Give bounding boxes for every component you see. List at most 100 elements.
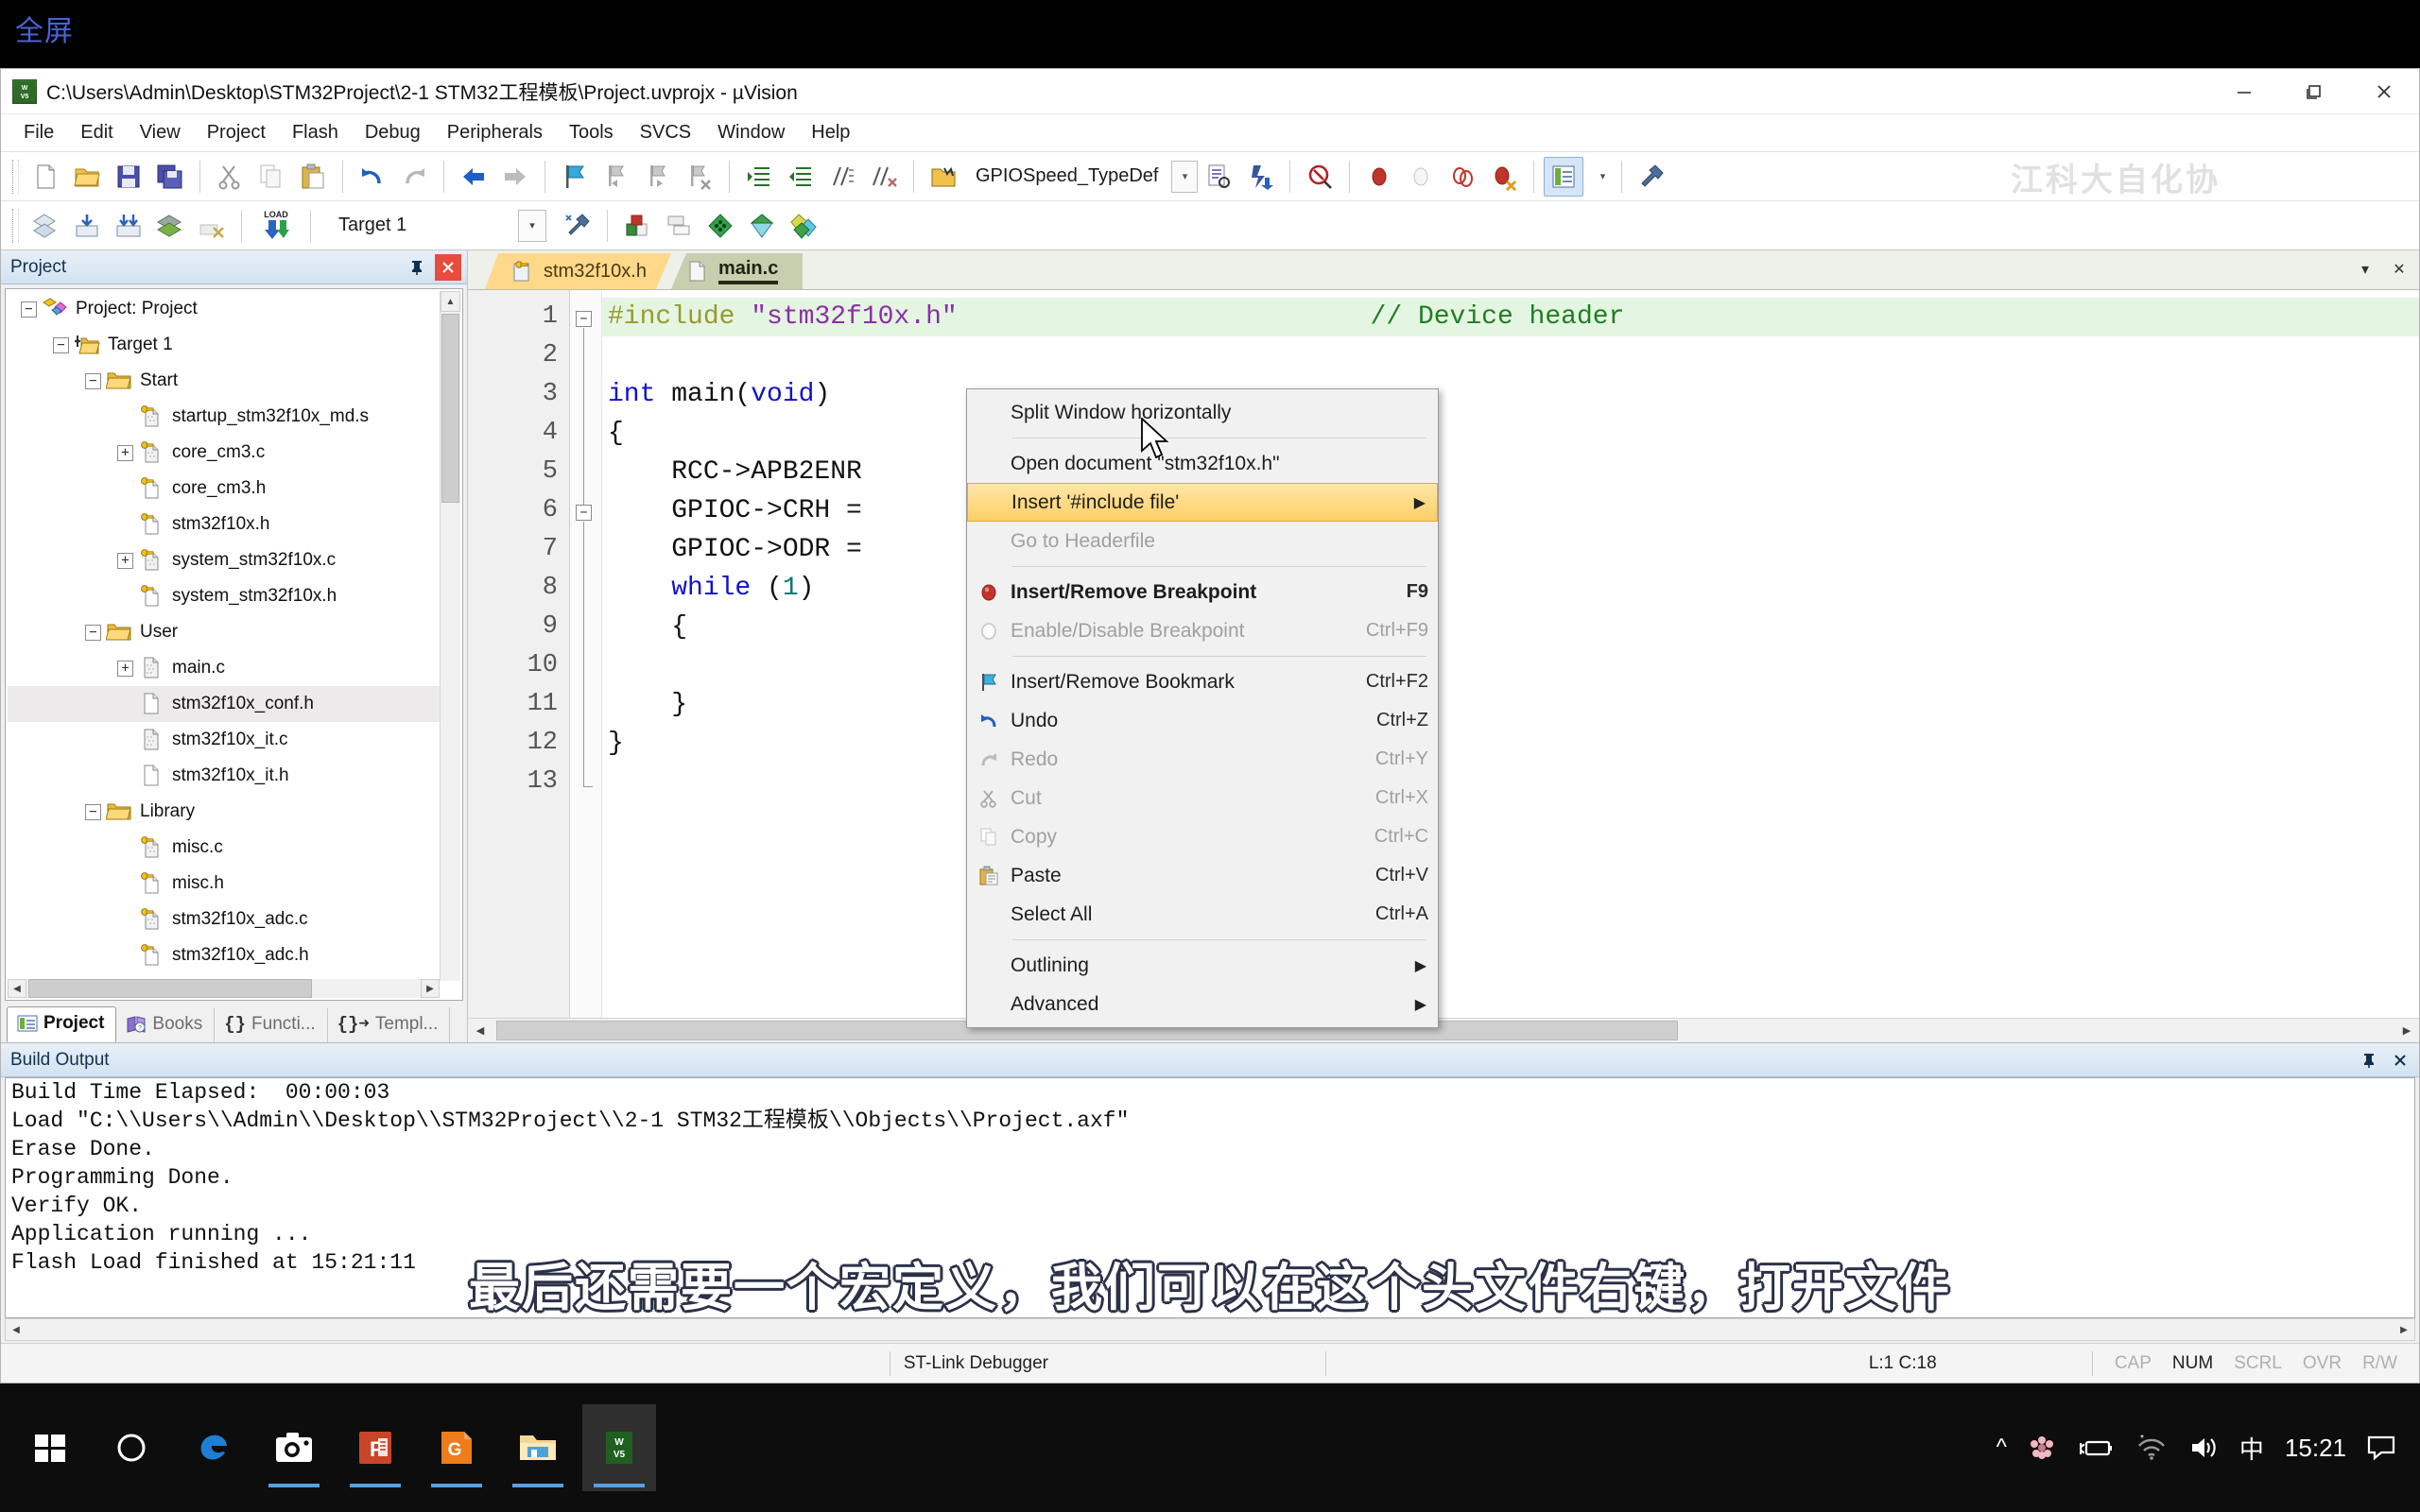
ime-indicator[interactable]: 中: [2239, 1431, 2264, 1466]
goto-definition-icon[interactable]: [1199, 157, 1238, 197]
tab-project[interactable]: Project: [7, 1006, 116, 1042]
context-menu-item[interactable]: PasteCtrl+V: [967, 856, 1438, 895]
insert-include-icon[interactable]: [1240, 157, 1280, 197]
context-menu-item[interactable]: Outlining▶: [967, 946, 1438, 985]
tree-item[interactable]: −Start: [8, 363, 440, 399]
start-button[interactable]: [13, 1404, 87, 1491]
breakpoint-icon[interactable]: [1359, 157, 1399, 197]
project-tree[interactable]: −Project: Project−Target 1−Startstartup_…: [8, 291, 440, 981]
new-file-icon[interactable]: [26, 157, 65, 197]
menu-project[interactable]: Project: [194, 118, 279, 147]
tree-item[interactable]: core_cm3.h: [8, 471, 440, 507]
navigate-back-icon[interactable]: [454, 157, 493, 197]
battery-icon[interactable]: [2077, 1435, 2115, 1460]
disable-breakpoint-icon[interactable]: [1401, 157, 1441, 197]
tree-expander[interactable]: −: [85, 373, 101, 389]
configure-icon[interactable]: [1632, 157, 1671, 197]
close-button[interactable]: [2349, 69, 2419, 114]
menu-flash[interactable]: Flash: [279, 118, 352, 147]
context-menu-item[interactable]: Advanced▶: [967, 985, 1438, 1023]
close-icon[interactable]: [2387, 1047, 2413, 1074]
pin-icon[interactable]: [403, 254, 431, 281]
wifi-icon[interactable]: *: [2135, 1435, 2168, 1461]
scroll-up-arrow[interactable]: ▲: [441, 291, 460, 312]
chevron-down-icon[interactable]: ▾: [2351, 256, 2379, 283]
tree-expander[interactable]: −: [85, 625, 101, 641]
code-folding-column[interactable]: − −: [570, 290, 602, 1018]
tree-item[interactable]: startup_stm32f10x_md.s: [8, 399, 440, 435]
menu-tools[interactable]: Tools: [556, 118, 627, 147]
manage-run-time-env-icon[interactable]: [617, 206, 657, 246]
context-menu-item[interactable]: Open document "stm32f10x.h": [967, 444, 1438, 483]
stop-build-icon[interactable]: [192, 206, 232, 246]
browse-symbol-icon[interactable]: [924, 157, 963, 197]
disable-all-breakpoints-icon[interactable]: [1484, 157, 1524, 197]
code-line[interactable]: [602, 763, 2419, 801]
tab-templates[interactable]: {}➜ Templ...: [328, 1007, 451, 1042]
maximize-button[interactable]: [2279, 69, 2349, 114]
save-all-icon[interactable]: [150, 157, 190, 197]
menu-debug[interactable]: Debug: [352, 118, 434, 147]
code-line[interactable]: [602, 646, 2419, 685]
editor-tab-main-c[interactable]: main.c: [671, 253, 803, 289]
tree-expander[interactable]: −: [21, 301, 37, 318]
fold-marker[interactable]: −: [576, 505, 592, 521]
manage-windows-icon[interactable]: [1544, 157, 1583, 197]
camera-button[interactable]: [257, 1404, 331, 1491]
scroll-right-arrow[interactable]: ▶: [2394, 1319, 2414, 1340]
code-line[interactable]: while (1): [602, 569, 2419, 608]
rebuild-icon[interactable]: [109, 206, 148, 246]
code-editor[interactable]: 12345678910111213 − − #include "stm32f10…: [468, 290, 2419, 1018]
tree-item[interactable]: misc.c: [8, 830, 440, 866]
toolbar-grip[interactable]: [12, 160, 19, 194]
build-output-scrollbar[interactable]: ◀ ▶: [5, 1318, 2415, 1341]
code-line[interactable]: int main(void): [602, 375, 2419, 414]
translate-icon[interactable]: [26, 206, 65, 246]
start-debug-icon[interactable]: [1300, 157, 1340, 197]
context-menu-item[interactable]: Insert/Remove BookmarkCtrl+F2: [967, 662, 1438, 701]
context-menu-item[interactable]: UndoCtrl+Z: [967, 701, 1438, 740]
tab-books[interactable]: ? Books: [116, 1008, 215, 1042]
tab-functions[interactable]: {} Functi...: [215, 1008, 327, 1042]
tree-item[interactable]: system_stm32f10x.h: [8, 578, 440, 614]
build-icon[interactable]: [67, 206, 107, 246]
prev-bookmark-icon[interactable]: [596, 157, 636, 197]
next-bookmark-icon[interactable]: [638, 157, 678, 197]
symbol-combo-dropdown[interactable]: ▾: [1171, 161, 1198, 193]
close-icon[interactable]: ✕: [2385, 256, 2413, 283]
kill-all-breakpoints-icon[interactable]: [1443, 157, 1482, 197]
scroll-left-arrow[interactable]: ◀: [6, 1319, 26, 1340]
code-line[interactable]: #include "stm32f10x.h" // Device header: [602, 298, 2419, 336]
save-icon[interactable]: [109, 157, 148, 197]
tree-item[interactable]: −User: [8, 614, 440, 650]
tree-expander[interactable]: −: [85, 804, 101, 820]
select-software-packs-icon[interactable]: [700, 206, 740, 246]
project-tree-scrollbar-horizontal[interactable]: ◀ ▶: [8, 979, 440, 998]
target-options-icon[interactable]: [558, 206, 597, 246]
explorer-button[interactable]: [501, 1404, 575, 1491]
tree-item[interactable]: −Library: [8, 794, 440, 830]
tree-expander[interactable]: +: [117, 661, 133, 677]
code-line[interactable]: GPIOC->ODR =: [602, 530, 2419, 569]
target-selector[interactable]: Target 1 ▾: [329, 210, 546, 242]
manage-windows-dropdown[interactable]: ▾: [1592, 161, 1613, 193]
tree-item[interactable]: stm32f10x_it.h: [8, 758, 440, 794]
code-line[interactable]: {: [602, 608, 2419, 646]
code-line[interactable]: {: [602, 414, 2419, 453]
tree-item[interactable]: +core_cm3.c: [8, 435, 440, 471]
scroll-right-arrow[interactable]: ▶: [2394, 1019, 2419, 1042]
build-output-text[interactable]: Build Time Elapsed: 00:00:03Load "C:\\Us…: [5, 1077, 2415, 1318]
context-menu-item[interactable]: Insert '#include file'▶: [967, 483, 1438, 522]
toolbar-grip[interactable]: [12, 209, 19, 243]
fold-marker[interactable]: −: [576, 311, 592, 327]
indent-decrease-icon[interactable]: [781, 157, 821, 197]
tree-item[interactable]: −Target 1: [8, 327, 440, 363]
download-to-flash-icon[interactable]: LOAD: [251, 206, 301, 246]
action-center-icon[interactable]: [2367, 1435, 2395, 1461]
navigate-forward-icon[interactable]: [495, 157, 535, 197]
code-line[interactable]: }: [602, 724, 2419, 763]
taskbar-clock[interactable]: 15:21: [2285, 1434, 2346, 1463]
tree-item[interactable]: stm32f10x_conf.h: [8, 686, 440, 722]
gif-tool-button[interactable]: G: [420, 1404, 493, 1491]
menu-svcs[interactable]: SVCS: [627, 118, 704, 147]
